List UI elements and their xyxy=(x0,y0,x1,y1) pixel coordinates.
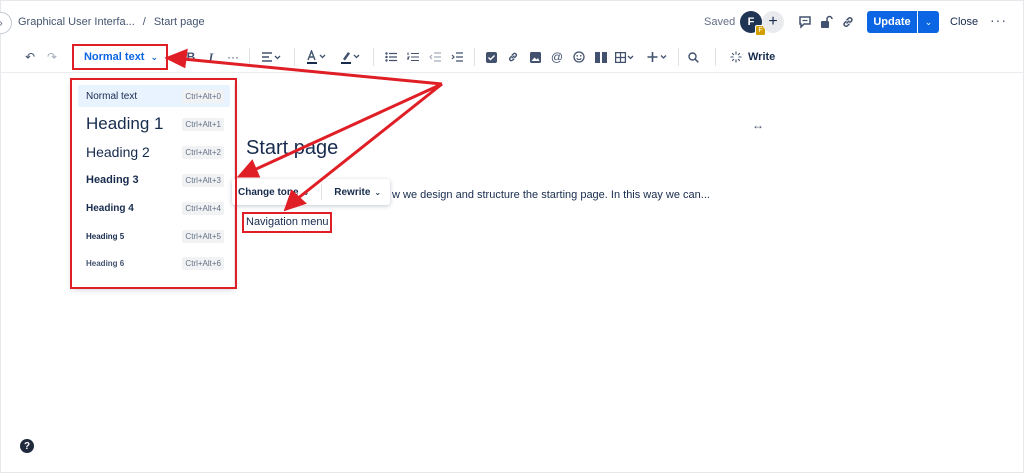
undo-icon: ↶ xyxy=(24,50,36,64)
breadcrumb-space[interactable]: Graphical User Interfa... xyxy=(18,16,135,28)
bullet-list-icon xyxy=(385,52,397,62)
columns-icon xyxy=(595,51,607,63)
menu-item-heading-2[interactable]: Heading 2 Ctrl+Alt+2 xyxy=(78,140,230,164)
table-icon xyxy=(615,51,634,63)
redo-icon: ↷ xyxy=(46,50,58,64)
add-collaborator-button[interactable]: + xyxy=(762,11,784,33)
align-left-icon xyxy=(262,52,281,62)
page-title[interactable]: Start page xyxy=(246,137,338,160)
emoji-button[interactable] xyxy=(572,48,586,66)
ai-suggestions-bar: Change tone ⌄ Rewrite ⌄ xyxy=(232,179,390,205)
alignment-button[interactable] xyxy=(259,48,283,66)
find-replace-button[interactable] xyxy=(686,48,700,66)
comment-icon xyxy=(799,16,811,29)
close-button[interactable]: Close xyxy=(950,16,978,28)
bold-icon: B xyxy=(186,50,196,64)
breadcrumb: Graphical User Interfa... / Start page xyxy=(18,16,205,28)
copy-link-button[interactable] xyxy=(839,13,857,31)
comment-button[interactable] xyxy=(796,13,814,31)
change-tone-button[interactable]: Change tone ⌄ xyxy=(232,187,315,198)
sparkle-icon xyxy=(730,51,742,63)
redo-button[interactable]: ↷ xyxy=(44,48,60,66)
more-actions-button[interactable]: ··· xyxy=(990,12,1007,28)
image-icon xyxy=(529,51,541,63)
italic-icon: I xyxy=(208,49,214,64)
ai-write-button[interactable]: Write xyxy=(730,48,775,66)
chevron-down-icon: ⌄ xyxy=(374,187,382,197)
outdent-icon xyxy=(429,52,441,62)
update-options-button[interactable]: ⌄ xyxy=(918,11,939,33)
plus-icon xyxy=(647,52,667,62)
chevron-right-icon: › xyxy=(0,18,3,29)
breadcrumb-page[interactable]: Start page xyxy=(154,16,205,28)
write-label: Write xyxy=(748,51,776,63)
help-button[interactable]: ? xyxy=(20,439,34,453)
expand-sidebar-button[interactable]: › xyxy=(0,12,12,34)
chevron-down-icon: ⌄ xyxy=(924,16,933,27)
link-icon xyxy=(843,17,853,27)
text-style-menu: Normal text Ctrl+Alt+0 Heading 1 Ctrl+Al… xyxy=(72,79,234,287)
menu-item-heading-5[interactable]: Heading 5 Ctrl+Alt+5 xyxy=(78,225,230,247)
bold-button[interactable]: B xyxy=(184,48,198,66)
more-horizontal-icon: ··· xyxy=(227,50,239,64)
at-sign-icon: @ xyxy=(550,50,564,64)
body-paragraph[interactable]: w we design and structure the starting p… xyxy=(392,189,710,201)
menu-item-heading-3[interactable]: Heading 3 Ctrl+Alt+3 xyxy=(78,169,230,191)
emoji-icon xyxy=(573,51,585,63)
action-item-button[interactable] xyxy=(484,48,498,66)
text-color-button[interactable] xyxy=(305,48,329,66)
menu-item-heading-4[interactable]: Heading 4 Ctrl+Alt+4 xyxy=(78,197,230,219)
search-icon xyxy=(687,51,699,63)
insert-elements-button[interactable] xyxy=(646,48,670,66)
bullet-list-button[interactable] xyxy=(384,48,398,66)
update-button[interactable]: Update xyxy=(867,11,917,33)
change-tone-label: Change tone xyxy=(238,186,299,198)
plus-icon: + xyxy=(768,13,778,30)
layouts-button[interactable] xyxy=(594,48,608,66)
rewrite-button[interactable]: Rewrite ⌄ xyxy=(328,187,387,198)
chevron-down-icon: ⌄ xyxy=(150,51,159,62)
saved-status: Saved xyxy=(704,16,736,28)
breadcrumb-separator: / xyxy=(142,16,146,28)
expand-horizontal-icon: ↔ xyxy=(752,118,764,132)
link-icon xyxy=(508,52,518,62)
more-formatting-button[interactable]: ··· xyxy=(224,48,242,66)
unlock-icon xyxy=(821,15,833,28)
numbered-list-icon xyxy=(407,52,419,62)
text-style-label: Normal text xyxy=(83,51,145,63)
help-icon: ? xyxy=(23,440,31,452)
rewrite-label: Rewrite xyxy=(334,186,371,198)
italic-button[interactable]: I xyxy=(204,48,218,66)
navigation-menu-text[interactable]: Navigation menu xyxy=(246,216,329,228)
indent-button[interactable] xyxy=(450,48,464,66)
checkbox-icon xyxy=(485,51,497,63)
menu-item-normal-text[interactable]: Normal text Ctrl+Alt+0 xyxy=(78,85,230,107)
text-color-icon xyxy=(307,50,326,64)
indent-icon xyxy=(451,52,463,62)
highlight-button[interactable] xyxy=(339,48,363,66)
menu-item-heading-6[interactable]: Heading 6 Ctrl+Alt+6 xyxy=(78,252,230,274)
full-width-toggle[interactable]: ↔ xyxy=(752,118,764,132)
numbered-list-button[interactable] xyxy=(406,48,420,66)
insert-image-button[interactable] xyxy=(528,48,542,66)
undo-button[interactable]: ↶ xyxy=(22,48,38,66)
text-style-select[interactable]: Normal text ⌄ xyxy=(78,48,164,66)
insert-link-button[interactable] xyxy=(506,48,520,66)
chevron-down-icon: ⌄ xyxy=(302,187,310,197)
mention-button[interactable]: @ xyxy=(550,48,564,66)
more-horizontal-icon: ··· xyxy=(990,12,1007,28)
restrictions-button[interactable] xyxy=(817,13,835,31)
highlight-icon xyxy=(341,52,360,64)
outdent-button[interactable] xyxy=(428,48,442,66)
menu-item-heading-1[interactable]: Heading 1 Ctrl+Alt+1 xyxy=(78,111,230,137)
table-button[interactable] xyxy=(614,48,636,66)
